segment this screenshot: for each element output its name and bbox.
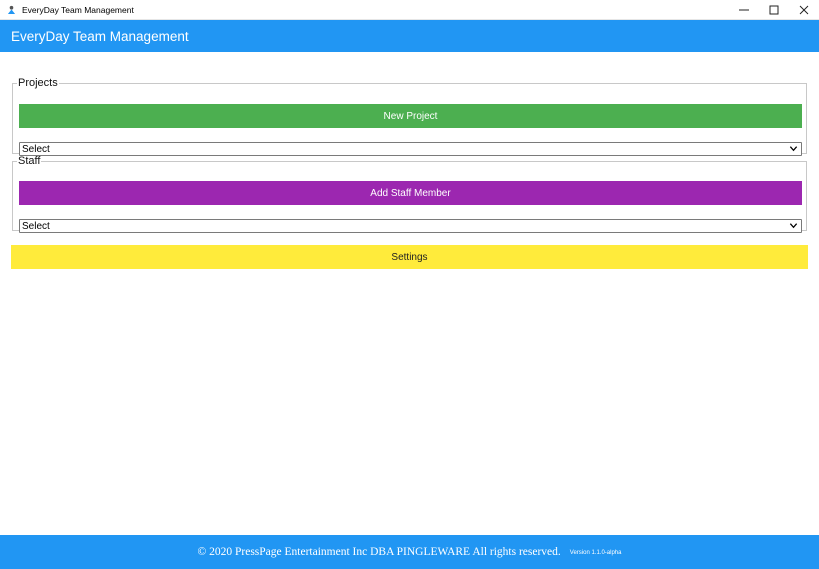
maximize-button[interactable] xyxy=(759,0,789,20)
chevron-down-icon xyxy=(789,146,798,152)
close-button[interactable] xyxy=(789,0,819,20)
projects-legend: Projects xyxy=(18,77,58,89)
staff-select-value: Select xyxy=(22,220,50,232)
window-title: EveryDay Team Management xyxy=(22,4,134,15)
staff-select[interactable]: Select xyxy=(19,219,802,233)
projects-group: Projects New Project Select xyxy=(12,77,807,156)
minimize-button[interactable] xyxy=(729,0,759,20)
add-staff-member-button[interactable]: Add Staff Member xyxy=(19,181,802,205)
app-icon xyxy=(6,5,16,15)
copyright-text: © 2020 PressPage Entertainment Inc DBA P… xyxy=(197,546,561,558)
close-icon xyxy=(799,5,809,15)
app-header: EveryDay Team Management xyxy=(0,20,819,52)
settings-button[interactable]: Settings xyxy=(11,245,808,269)
new-project-button[interactable]: New Project xyxy=(19,104,802,128)
chevron-down-icon xyxy=(789,223,798,229)
window-controls xyxy=(729,0,819,20)
project-select[interactable]: Select xyxy=(19,142,802,156)
project-select-value: Select xyxy=(22,143,50,155)
minimize-icon xyxy=(739,9,749,11)
staff-legend: Staff xyxy=(18,155,41,167)
maximize-icon xyxy=(769,5,779,15)
window-titlebar: EveryDay Team Management xyxy=(0,0,819,20)
app-title: EveryDay Team Management xyxy=(11,28,189,44)
footer: © 2020 PressPage Entertainment Inc DBA P… xyxy=(0,535,819,569)
staff-group: Staff Add Staff Member Select xyxy=(12,155,807,233)
version-label: Version 1.1.0-alpha xyxy=(569,550,622,556)
